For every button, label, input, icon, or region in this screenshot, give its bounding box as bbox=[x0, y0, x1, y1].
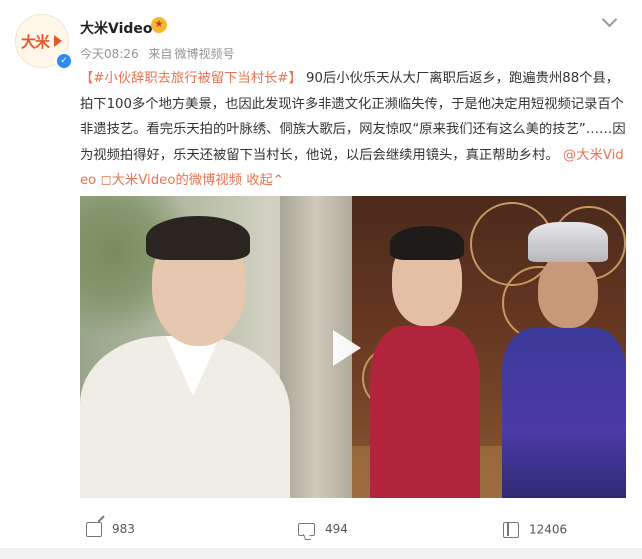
post-source[interactable]: 微博视频号 bbox=[174, 47, 234, 61]
post-time[interactable]: 今天08:26 bbox=[80, 47, 139, 61]
video-link-icon[interactable]: ◻ bbox=[101, 173, 112, 188]
action-bar: 983 494 12406 bbox=[0, 508, 642, 548]
more-options-chevron-down-icon[interactable] bbox=[601, 11, 618, 28]
chevron-up-icon[interactable]: ⌃ bbox=[273, 173, 284, 188]
avatar-logo-text: 大米 bbox=[21, 33, 50, 51]
bracket-close: 】 bbox=[288, 71, 302, 86]
verified-badge-icon: ✓ bbox=[55, 52, 73, 70]
video-right-frame bbox=[352, 196, 626, 498]
thumbs-up-icon bbox=[503, 522, 519, 538]
comment-icon bbox=[298, 523, 315, 536]
silver-headdress bbox=[528, 222, 608, 262]
video-player[interactable] bbox=[80, 196, 626, 498]
man-hair bbox=[146, 216, 250, 260]
source-prefix: 来自 bbox=[148, 47, 173, 61]
like-count: 12406 bbox=[529, 522, 568, 537]
collapse-link[interactable]: 收起 bbox=[246, 173, 273, 188]
video-left-frame bbox=[80, 196, 352, 498]
woman-face bbox=[538, 256, 598, 328]
man-red-outfit bbox=[370, 326, 480, 498]
post-meta: 今天08:26 来自 微博视频号 bbox=[80, 45, 240, 62]
video-link[interactable]: 大米Video的微博视频 bbox=[112, 173, 242, 188]
play-button-icon[interactable] bbox=[333, 330, 361, 366]
like-button[interactable]: 12406 bbox=[503, 522, 567, 538]
play-logo-icon bbox=[54, 35, 62, 47]
author-name[interactable]: 大米Video bbox=[80, 18, 153, 38]
share-icon bbox=[86, 522, 102, 537]
comment-button[interactable]: 494 bbox=[298, 522, 348, 536]
post-text: 【#小伙辞职去旅行被留下当村长#】 90后小伙乐天从大厂离职后返乡，跑遍贵州88… bbox=[80, 66, 628, 194]
fan-badge-icon[interactable]: ★ bbox=[151, 17, 167, 33]
man2-hair bbox=[390, 226, 464, 260]
divider bbox=[0, 548, 642, 559]
comment-count: 494 bbox=[325, 522, 348, 536]
woman-blue-outfit bbox=[502, 328, 626, 498]
bracket-open: 【 bbox=[80, 71, 94, 86]
hashtag-link[interactable]: #小伙辞职去旅行被留下当村长# bbox=[93, 71, 288, 86]
share-button[interactable]: 983 bbox=[86, 522, 135, 537]
share-count: 983 bbox=[112, 522, 135, 536]
